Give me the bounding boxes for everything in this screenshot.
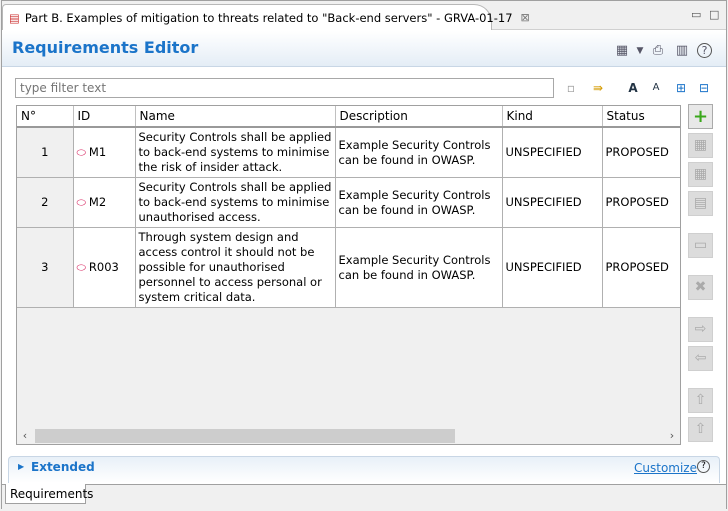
id-text: M1 — [88, 145, 107, 159]
close-tab-icon[interactable]: ⊠ — [521, 11, 530, 24]
column-header-name[interactable]: Name — [135, 106, 336, 128]
copy-button[interactable]: ▤ — [688, 191, 713, 216]
add-sibling-button[interactable]: ▦ — [688, 162, 713, 187]
add-requirement-button[interactable]: + — [688, 104, 713, 129]
cell-id[interactable]: ⬭ R003 — [73, 227, 136, 308]
cell-status[interactable]: PROPOSED — [602, 227, 680, 308]
requirement-icon: ⬭ — [76, 196, 86, 209]
cell-status[interactable]: PROPOSED — [602, 127, 680, 178]
extended-section — [8, 456, 720, 483]
scroll-right-icon[interactable]: › — [664, 428, 680, 444]
column-header-kind[interactable]: Kind — [502, 106, 603, 128]
cell-id[interactable]: ⬭ M2 — [73, 177, 136, 228]
cell-description[interactable]: Example Security Controls can be found i… — [335, 227, 503, 308]
table-row[interactable]: 1 ⬭ M1 Security Controls shall be applied… — [17, 127, 680, 178]
cell-name[interactable]: Security Controls shall be applied to ba… — [135, 177, 336, 228]
cell-description[interactable]: Example Security Controls can be found i… — [335, 177, 503, 228]
requirements-file-icon: ▤ — [9, 10, 20, 25]
report-icon[interactable]: ▥ — [674, 43, 690, 59]
row-number: 3 — [17, 227, 74, 308]
chevron-down-icon[interactable]: ▼ — [632, 43, 648, 59]
minimize-icon[interactable]: ▭ — [691, 8, 703, 21]
indent-button[interactable]: ⇨ — [688, 317, 713, 342]
requirements-table: N° ID Name Description Kind Status 1 ⬭ M1… — [16, 105, 681, 445]
move-up-button[interactable]: ⇧ — [688, 417, 713, 442]
cell-kind[interactable]: UNSPECIFIED — [502, 227, 603, 308]
cell-kind[interactable]: UNSPECIFIED — [502, 177, 603, 228]
page-title: Requirements Editor — [12, 38, 199, 57]
row-number: 2 — [17, 177, 74, 228]
id-text: R003 — [88, 260, 119, 274]
requirement-icon: ⬭ — [76, 146, 86, 159]
editor-tab[interactable]: ▤ Part B. Examples of mitigation to thre… — [2, 4, 530, 30]
cell-kind[interactable]: UNSPECIFIED — [502, 127, 603, 178]
editor-tab-title: Part B. Examples of mitigation to threat… — [24, 10, 513, 25]
bottom-tab-bar — [2, 484, 726, 509]
cell-name[interactable]: Security Controls shall be applied to ba… — [135, 127, 336, 178]
table-row[interactable]: 3 ⬭ R003 Through system design and access… — [17, 227, 680, 308]
extended-section-toggle[interactable]: Extended — [31, 460, 95, 474]
column-header-number[interactable]: N° — [17, 106, 74, 128]
decrease-font-icon[interactable]: A — [648, 80, 664, 96]
customize-link[interactable]: Customize — [634, 461, 697, 475]
id-text: M2 — [88, 195, 107, 209]
outdent-button[interactable]: ⇦ — [688, 346, 713, 371]
maximize-icon[interactable]: □ — [709, 8, 721, 21]
scrollbar-thumb[interactable] — [35, 429, 455, 443]
cell-name[interactable]: Through system design and access control… — [135, 227, 336, 308]
help-icon[interactable]: ? — [697, 460, 710, 473]
expand-all-icon[interactable]: ⊞ — [673, 80, 689, 96]
move-top-button[interactable]: ⇧ — [688, 388, 713, 413]
filter-input[interactable] — [15, 78, 554, 98]
filter-apply-icon[interactable]: ⇛ — [590, 80, 606, 96]
print-icon[interactable]: ⎙ — [650, 43, 666, 59]
horizontal-scrollbar[interactable]: ‹ › — [17, 428, 680, 444]
clear-filter-icon[interactable]: ▫ — [563, 80, 579, 96]
delete-button[interactable]: ✖ — [688, 275, 713, 300]
column-header-id[interactable]: ID — [73, 106, 136, 128]
view-menu-icon[interactable]: ▦ — [614, 43, 630, 59]
scroll-left-icon[interactable]: ‹ — [17, 428, 33, 444]
cell-status[interactable]: PROPOSED — [602, 177, 680, 228]
row-number: 1 — [17, 127, 74, 178]
collapse-all-icon[interactable]: ⊟ — [696, 80, 712, 96]
column-header-description[interactable]: Description — [335, 106, 503, 128]
cell-id[interactable]: ⬭ M1 — [73, 127, 136, 178]
tab-requirements[interactable]: Requirements — [5, 484, 93, 504]
requirement-icon: ⬭ — [76, 261, 86, 274]
edit-button[interactable]: ▭ — [688, 233, 713, 258]
increase-font-icon[interactable]: A — [625, 80, 641, 96]
add-child-button[interactable]: ▦ — [688, 133, 713, 158]
help-icon[interactable]: ? — [697, 43, 712, 58]
cell-description[interactable]: Example Security Controls can be found i… — [335, 127, 503, 178]
column-header-status[interactable]: Status — [602, 106, 680, 128]
table-row[interactable]: 2 ⬭ M2 Security Controls shall be applied… — [17, 177, 680, 228]
expand-arrow-icon[interactable]: ▶ — [18, 462, 24, 471]
